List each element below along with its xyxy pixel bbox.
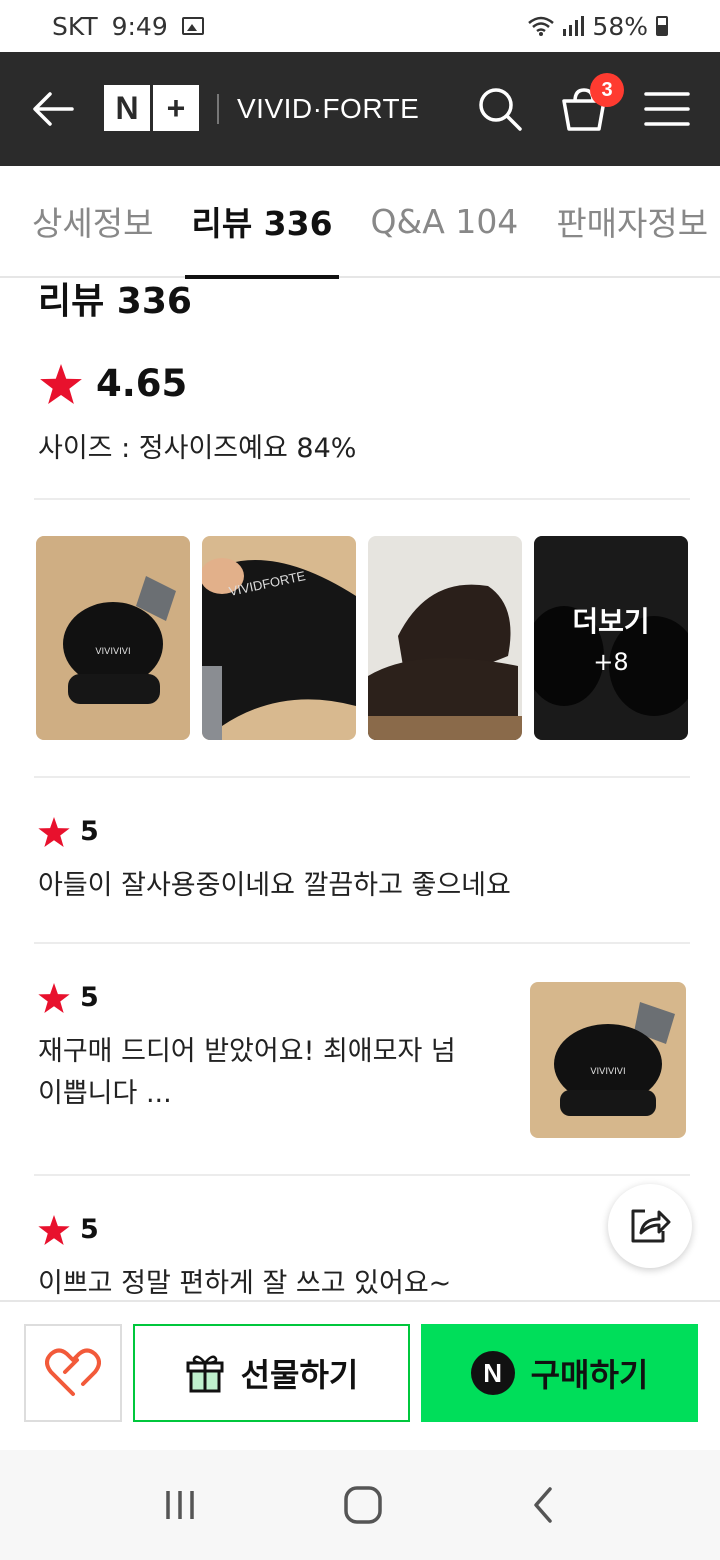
review-item[interactable]: 5 재구매 드디어 받았어요! 최애모자 넘 이쁩니다 ... VIVIVIVI — [38, 982, 686, 1138]
review-rating: 5 — [38, 1214, 686, 1245]
tab-details[interactable]: 상세정보 — [32, 165, 153, 277]
review-photo-strip: VIVIVIVI VIVIDFORTE 더보기 +8 — [36, 536, 688, 740]
like-button[interactable] — [24, 1324, 122, 1422]
search-icon[interactable] — [476, 85, 524, 133]
buy-button[interactable]: N 구매하기 — [421, 1324, 698, 1422]
product-tabs: 상세정보 리뷰 336 Q&A 104 판매자정보 — [0, 165, 720, 279]
review-photo[interactable]: VIVIVIVI — [530, 982, 686, 1138]
review-more-photos[interactable]: 더보기 +8 — [534, 536, 688, 740]
logo-n: N — [104, 85, 150, 131]
review-rating-value: 5 — [80, 816, 99, 847]
tab-reviews[interactable]: 리뷰 336 — [185, 165, 339, 279]
menu-icon[interactable] — [644, 91, 690, 127]
gift-button[interactable]: 선물하기 — [133, 1324, 410, 1422]
more-label: 더보기 — [572, 605, 650, 638]
buy-label: 구매하기 — [530, 1356, 649, 1394]
tab-qna[interactable]: Q&A 104 — [371, 165, 519, 277]
tab-seller-info[interactable]: 판매자정보 — [556, 165, 708, 277]
size-summary: 사이즈 : 정사이즈예요 84% — [38, 433, 357, 464]
svg-text:VIVIVIVI: VIVIVIVI — [95, 647, 130, 657]
review-rating-value: 5 — [80, 1214, 99, 1245]
heart-link-icon — [45, 1348, 101, 1396]
wifi-icon — [528, 16, 555, 36]
more-count: +8 — [593, 648, 629, 676]
review-rating-value: 5 — [80, 982, 99, 1013]
header-divider — [217, 94, 219, 124]
system-nav-bar — [0, 1450, 720, 1560]
divider — [34, 1174, 690, 1176]
review-text: 아들이 잘사용중이네요 깔끔하고 좋으네요 — [38, 870, 511, 901]
review-section-title: 리뷰 336 — [38, 281, 192, 322]
signal-icon — [563, 16, 585, 36]
gift-label: 선물하기 — [240, 1356, 359, 1394]
star-icon — [40, 363, 82, 404]
star-icon — [38, 816, 70, 847]
review-photo[interactable]: VIVIDFORTE — [202, 536, 356, 740]
app-header: N + VIVID·FORTE 3 — [0, 52, 720, 166]
review-photo[interactable]: VIVIVIVI — [36, 536, 190, 740]
gift-icon — [186, 1355, 224, 1393]
divider — [34, 776, 690, 778]
more-photos-overlay: 더보기 +8 — [534, 536, 688, 740]
average-rating: 4.65 — [40, 362, 187, 405]
review-photo[interactable] — [368, 536, 522, 740]
back-nav-icon[interactable] — [528, 1485, 558, 1525]
star-icon — [38, 982, 70, 1013]
status-bar: SKT 9:49 58% — [0, 0, 720, 52]
image-notification-icon — [181, 17, 204, 35]
share-icon — [631, 1209, 671, 1243]
recent-apps-icon[interactable] — [162, 1487, 198, 1523]
home-icon[interactable] — [343, 1485, 383, 1525]
review-text: 이쁘고 정말 편하게 잘 쓰고 있어요~ — [38, 1268, 452, 1299]
divider — [34, 942, 690, 944]
review-item[interactable]: 5 이쁘고 정말 편하게 잘 쓰고 있어요~ — [38, 1214, 686, 1305]
share-button[interactable] — [608, 1184, 692, 1268]
back-arrow-icon — [33, 92, 74, 126]
star-icon — [38, 1214, 70, 1245]
logo-plus: + — [153, 85, 199, 131]
cart-count-badge: 3 — [590, 73, 624, 107]
review-rating: 5 — [38, 816, 686, 847]
purchase-bar: 선물하기 N 구매하기 — [0, 1300, 720, 1450]
divider — [34, 498, 690, 500]
naver-pay-icon: N — [470, 1351, 515, 1395]
battery-icon — [656, 16, 668, 36]
naver-plus-logo[interactable]: N + — [104, 85, 199, 133]
battery-percent: 58% — [592, 11, 648, 41]
svg-text:VIVIVIVI: VIVIVIVI — [590, 1067, 625, 1077]
clock: 9:49 — [111, 11, 168, 41]
rating-value: 4.65 — [96, 362, 188, 405]
carrier-label: SKT — [52, 11, 98, 41]
back-button[interactable] — [30, 86, 76, 132]
store-brand[interactable]: VIVID·FORTE — [237, 93, 419, 125]
cart-button[interactable]: 3 — [560, 73, 624, 133]
review-item[interactable]: 5 아들이 잘사용중이네요 깔끔하고 좋으네요 — [38, 816, 686, 907]
